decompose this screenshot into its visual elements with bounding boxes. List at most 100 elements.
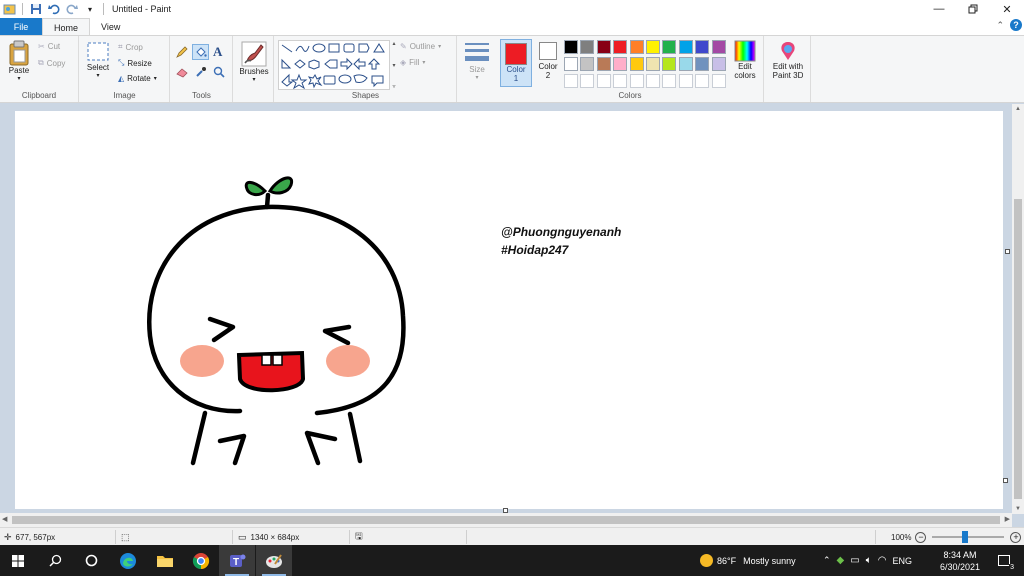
crop-button[interactable]: ⌗ Crop xyxy=(118,42,143,52)
paint-app-icon[interactable] xyxy=(2,2,16,16)
custom-color-slot[interactable] xyxy=(580,74,595,88)
save-icon[interactable] xyxy=(29,2,43,16)
clock[interactable]: 8:34 AM 6/30/2021 xyxy=(934,545,986,576)
undo-icon[interactable] xyxy=(47,2,61,16)
palette-swatch[interactable] xyxy=(678,57,693,71)
palette-swatch[interactable] xyxy=(629,40,644,54)
wifi-icon[interactable]: ◠ xyxy=(878,555,887,566)
horizontal-scroll-thumb[interactable] xyxy=(12,516,1000,524)
color-picker-tool[interactable] xyxy=(195,66,207,78)
text-tool[interactable]: A xyxy=(213,44,222,60)
edge-taskbar-button[interactable] xyxy=(110,545,146,576)
color2-button[interactable]: Color 2 xyxy=(534,42,562,80)
palette-swatch[interactable] xyxy=(613,57,628,71)
custom-color-slot[interactable] xyxy=(629,74,644,88)
palette-swatch[interactable] xyxy=(596,57,611,71)
custom-color-slot[interactable] xyxy=(695,74,710,88)
select-button[interactable]: Select ▾ xyxy=(84,41,112,81)
shapes-scroll[interactable]: ▴ ▾ ▿ xyxy=(390,40,398,90)
outline-button[interactable]: ✎ Outline ▾ xyxy=(400,42,441,51)
edit-with-paint3d-button[interactable]: Edit with Paint 3D xyxy=(767,40,809,80)
file-explorer-button[interactable] xyxy=(147,545,183,576)
magnifier-tool[interactable] xyxy=(213,66,225,78)
palette-swatch[interactable] xyxy=(629,57,644,71)
palette-swatch[interactable] xyxy=(695,40,710,54)
copy-button[interactable]: ⧉ Copy xyxy=(38,58,65,68)
cortana-button[interactable] xyxy=(73,545,109,576)
chrome-button[interactable] xyxy=(183,545,219,576)
vertical-scrollbar[interactable]: ▲ ▼ xyxy=(1012,104,1024,514)
notification-center[interactable]: 3 xyxy=(990,545,1018,576)
rotate-button[interactable]: ◭ Rotate ▾ xyxy=(118,74,157,83)
teams-button[interactable]: T xyxy=(219,545,255,576)
custom-color-slot[interactable] xyxy=(564,74,578,88)
palette-swatch[interactable] xyxy=(695,57,710,71)
zoom-slider[interactable] xyxy=(932,531,1005,543)
paint-taskbar-button[interactable] xyxy=(256,545,292,576)
custom-color-slot[interactable] xyxy=(678,74,693,88)
defender-icon[interactable]: ◆ xyxy=(837,555,845,566)
resize-handle-right[interactable] xyxy=(1005,249,1010,254)
minimize-button[interactable]: — xyxy=(922,0,956,18)
scroll-left-arrow-icon[interactable]: ◀ xyxy=(2,515,7,523)
palette-swatch[interactable] xyxy=(564,40,578,54)
palette-swatch[interactable] xyxy=(596,40,611,54)
drawing-canvas[interactable]: @Phuongnguyenanh #Hoidap247 xyxy=(15,111,1003,509)
vertical-scroll-thumb[interactable] xyxy=(1014,199,1022,499)
restore-button[interactable] xyxy=(956,0,990,18)
palette-swatch[interactable] xyxy=(711,57,726,71)
scroll-right-arrow-icon[interactable]: ▶ xyxy=(1005,515,1010,523)
tab-file[interactable]: File xyxy=(0,18,42,35)
edit-colors-button[interactable]: Edit colors xyxy=(729,40,761,80)
zoom-in-icon[interactable]: + xyxy=(1010,531,1022,543)
battery-icon[interactable]: ▭ xyxy=(850,555,859,566)
customize-qat-icon[interactable]: ▾ xyxy=(83,2,97,16)
paste-button[interactable]: Paste ▾ xyxy=(4,40,34,84)
zoom-slider-thumb[interactable] xyxy=(962,531,969,543)
close-button[interactable]: ✕ xyxy=(990,0,1024,18)
custom-color-slot[interactable] xyxy=(646,74,660,88)
brushes-button[interactable]: Brushes ▾ xyxy=(236,41,272,85)
redo-icon[interactable] xyxy=(65,2,79,16)
palette-swatch[interactable] xyxy=(646,40,660,54)
custom-color-slot[interactable] xyxy=(596,74,611,88)
color1-button[interactable]: Color 1 xyxy=(500,39,532,87)
size-button[interactable]: Size ▾ xyxy=(462,41,492,83)
resize-button[interactable]: ⤡ Resize xyxy=(118,58,152,68)
volume-icon[interactable]: 🔈︎ xyxy=(866,555,872,566)
palette-swatch[interactable] xyxy=(646,57,660,71)
palette-swatch[interactable] xyxy=(711,40,726,54)
shapes-gallery[interactable] xyxy=(278,40,390,90)
custom-color-slot[interactable] xyxy=(613,74,628,88)
search-button[interactable] xyxy=(37,545,73,576)
help-icon[interactable]: ? xyxy=(1010,19,1022,31)
palette-swatch[interactable] xyxy=(580,40,595,54)
collapse-ribbon-icon[interactable]: ⌃ xyxy=(996,20,1004,31)
tab-view[interactable]: View xyxy=(90,18,131,35)
resize-handle-corner[interactable] xyxy=(1003,478,1008,483)
weather-widget[interactable]: 86°F Mostly sunny xyxy=(700,545,796,576)
palette-swatch[interactable] xyxy=(564,57,578,71)
horizontal-scrollbar[interactable]: ◀ ▶ xyxy=(0,513,1012,527)
language-indicator[interactable]: ENG xyxy=(892,556,912,566)
zoom-level: 100% xyxy=(891,532,912,542)
zoom-out-icon[interactable]: − xyxy=(915,531,927,543)
eraser-tool[interactable] xyxy=(176,66,188,78)
cut-button[interactable]: ✂ Cut xyxy=(38,42,60,51)
palette-swatch[interactable] xyxy=(613,40,628,54)
fill-tool[interactable] xyxy=(192,44,209,60)
palette-swatch[interactable] xyxy=(580,57,595,71)
start-button[interactable] xyxy=(0,545,36,576)
custom-color-slot[interactable] xyxy=(662,74,677,88)
scroll-down-arrow-icon[interactable]: ▼ xyxy=(1015,506,1021,512)
palette-swatch[interactable] xyxy=(678,40,693,54)
fill-button[interactable]: ◈ Fill ▾ xyxy=(400,58,425,67)
custom-color-slot[interactable] xyxy=(711,74,726,88)
palette-swatch[interactable] xyxy=(662,40,677,54)
palette-swatch[interactable] xyxy=(662,57,677,71)
show-hidden-icons-icon[interactable]: ⌃ xyxy=(823,555,831,566)
scroll-up-arrow-icon[interactable]: ▲ xyxy=(1015,106,1021,112)
tab-home[interactable]: Home xyxy=(42,18,91,36)
file-size: 🖫 xyxy=(355,528,363,546)
pencil-tool[interactable] xyxy=(176,46,188,58)
